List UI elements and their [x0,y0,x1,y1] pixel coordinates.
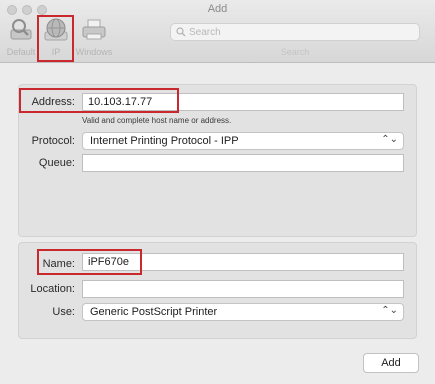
location-label: Location: [30,283,75,295]
toolbar: Add Default IP Windows Search Search [0,0,435,63]
search-icon [176,27,186,37]
toolbar-windows-button[interactable]: Windows [75,15,113,61]
toolbar-default-label: Default [6,47,36,57]
toolbar-ip-label: IP [51,47,61,57]
search-placeholder: Search [189,27,221,38]
search-label: Search [280,47,310,57]
address-label: Address: [31,96,75,108]
address-input[interactable]: 10.103.17.77 [82,93,404,111]
queue-label: Queue: [38,157,75,169]
default-printer-icon [10,19,32,40]
protocol-label: Protocol: [31,135,75,147]
chevron-up-down-icon: ⌃⌄ [381,305,398,316]
address-hint: Valid and complete host name or address. [82,116,232,125]
use-label: Use: [52,306,75,318]
windows-printer-icon [82,19,106,40]
location-input[interactable] [82,280,404,298]
toolbar-windows-label: Windows [75,47,113,57]
queue-input[interactable] [82,154,404,172]
protocol-value: Internet Printing Protocol - IPP [90,135,239,147]
window-title: Add [207,3,228,15]
toolbar-ip-button[interactable]: IP [37,15,75,61]
use-popup[interactable]: Generic PostScript Printer ⌃⌄ [82,303,404,321]
add-button[interactable]: Add [363,353,419,373]
name-input[interactable]: iPF670e [82,253,404,271]
name-label: Name: [42,258,75,270]
toolbar-default-button[interactable]: Default [2,15,40,61]
globe-icon [44,18,68,41]
protocol-popup[interactable]: Internet Printing Protocol - IPP ⌃⌄ [82,132,404,150]
chevron-up-down-icon: ⌃⌄ [381,134,398,145]
use-value: Generic PostScript Printer [90,306,218,318]
search-field[interactable]: Search [170,23,420,41]
